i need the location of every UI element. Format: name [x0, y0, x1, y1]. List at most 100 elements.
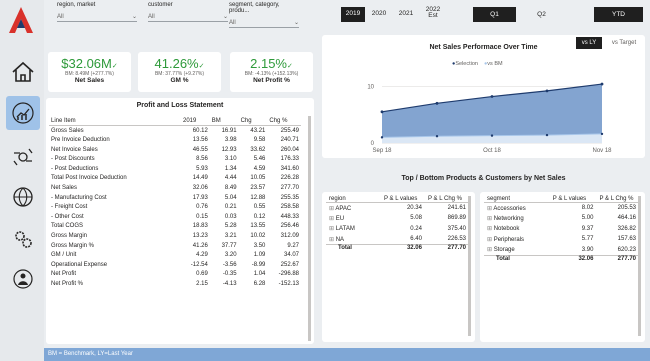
pl-row[interactable]: Net Profit % 2.15 -4.13 6.28 -152.13: [49, 279, 301, 289]
pl-value: 0.69: [196, 271, 208, 278]
pl-value: 312.09: [280, 232, 299, 239]
region-table: region P & L values P & L Chg % ⊞ APAC 20…: [326, 196, 469, 251]
list-item[interactable]: ⊞ NA 6.40 226.53: [326, 234, 469, 245]
list-item[interactable]: ⊞ LATAM 0.24 375.40: [326, 224, 469, 235]
pl-value: 0.21: [224, 204, 237, 211]
col-header[interactable]: P & L Chg %: [596, 196, 639, 203]
row-value: 205.53: [617, 205, 636, 211]
expand-icon[interactable]: ⊞: [329, 237, 336, 243]
quarter-button-ytd[interactable]: YTD: [594, 7, 643, 22]
pl-value: 37.77: [221, 242, 237, 249]
col-header[interactable]: 2019: [181, 116, 210, 127]
pl-row[interactable]: Total Post Invoice Deduction 14.49 4.44 10.…: [49, 174, 301, 184]
list-item[interactable]: ⊞ Storage 3.90 620.23: [484, 245, 639, 256]
pl-row[interactable]: Net Invoice Sales 46.55 12.93 33.62 260.04: [49, 145, 301, 155]
pl-row[interactable]: Pre Invoice Deduction 13.56 3.98 9.58 240.71: [49, 135, 301, 145]
expand-icon[interactable]: ⊞: [329, 216, 336, 222]
pl-row[interactable]: Gross Margin % 41.26 37.77 3.50 9.27: [49, 241, 301, 251]
pl-row[interactable]: - Freight Cost 0.76 0.21 0.55 258.58: [49, 202, 301, 212]
kpi-value: $32.06M: [61, 56, 112, 71]
expand-icon[interactable]: ⊞: [487, 247, 494, 253]
list-item[interactable]: ⊞ Accessories 8.02 205.53: [484, 203, 639, 214]
pl-line-item: Pre Invoice Deduction: [51, 136, 110, 143]
quarter-button-q2[interactable]: Q2: [520, 7, 563, 22]
chevron-down-icon: ⌄: [222, 14, 228, 20]
row-label: ⊞ EU: [326, 213, 381, 224]
pl-row[interactable]: Total COGS 18.83 5.28 13.55 256.46: [49, 222, 301, 232]
kpi-value: 2.15%: [250, 56, 287, 71]
year-button-2019[interactable]: 2019: [341, 7, 365, 22]
list-item[interactable]: ⊞ APAC 20.34 241.61: [326, 203, 469, 214]
col-header[interactable]: Chg %: [267, 116, 301, 127]
list-item[interactable]: ⊞ Networking 5.00 464.16: [484, 213, 639, 224]
finance-chart-icon[interactable]: [6, 96, 40, 130]
region-scrollbar[interactable]: [468, 196, 471, 336]
y-tick-label: 10: [367, 84, 374, 90]
pl-line-item: Total COGS: [51, 223, 84, 230]
kpi-card-net-profit-pct: 2.15%✓ BM: -4.13% (+152.13%) Net Profit …: [230, 52, 313, 92]
slicer-region[interactable]: region, market All ⌄: [57, 2, 137, 22]
kpi-label: Net Sales: [74, 77, 105, 84]
segment-scrollbar[interactable]: [638, 196, 641, 336]
pl-row[interactable]: Gross Margin 13.23 3.21 10.02 312.09: [49, 231, 301, 241]
expand-icon[interactable]: ⊞: [487, 237, 494, 243]
globe-money-icon[interactable]: [6, 180, 40, 214]
total-value: 32.06: [380, 244, 425, 251]
col-header[interactable]: BM: [209, 116, 239, 127]
pl-value: 13.55: [250, 223, 266, 230]
pl-value: -0.35: [222, 271, 237, 278]
gears-icon[interactable]: [6, 222, 40, 256]
expand-icon[interactable]: ⊞: [329, 226, 336, 232]
slicer-segment[interactable]: segment, category, produ... All ⌄: [229, 2, 299, 28]
selection-point: [545, 89, 549, 93]
pl-row[interactable]: - Other Cost 0.15 0.03 0.12 448.33: [49, 212, 301, 222]
pl-row[interactable]: Operational Expense -12.54 -3.56 -8.99 252.6…: [49, 260, 301, 270]
slicer-label: region, market: [57, 2, 96, 8]
col-header[interactable]: Line Item: [49, 116, 181, 127]
pl-value: 258.58: [280, 204, 299, 211]
pl-value: 240.71: [280, 136, 299, 143]
pl-line-item: Net Sales: [51, 184, 78, 191]
pl-row[interactable]: - Post Discounts 8.56 3.10 5.46 176.33: [49, 154, 301, 164]
row-value: 9.37: [581, 225, 594, 232]
pl-row[interactable]: - Manufacturing Cost 17.93 5.04 12.88 255.35: [49, 193, 301, 203]
topbottom-title: Top / Bottom Products & Customers by Net…: [401, 175, 566, 182]
segment-table: segment P & L values P & L Chg % ⊞ Acces…: [484, 196, 639, 262]
people-network-icon[interactable]: [6, 262, 40, 296]
pl-value: 0.12: [253, 213, 266, 220]
pl-row[interactable]: GM / Unit 4.29 3.20 1.09 34.07: [49, 250, 301, 260]
y-tick-label: 0: [371, 141, 375, 147]
pl-row[interactable]: Net Sales 32.06 8.49 23.57 277.70: [49, 183, 301, 193]
row-value: 8.02: [581, 205, 594, 211]
pl-value: 32.06: [192, 184, 208, 191]
pl-row[interactable]: Gross Sales 60.12 16.91 43.21 255.49: [49, 126, 301, 136]
pl-row[interactable]: - Post Deductions 5.93 1.34 4.59 341.60: [49, 164, 301, 174]
year-button-2021[interactable]: 2021: [394, 7, 418, 22]
pl-value: 5.28: [224, 223, 237, 230]
row-label: ⊞ Accessories: [484, 203, 550, 214]
home-icon[interactable]: [6, 55, 40, 89]
slicer-customer[interactable]: customer All ⌄: [148, 2, 228, 22]
money-exchange-icon[interactable]: [6, 140, 40, 174]
total-label: Total: [326, 244, 381, 251]
year-button-2020[interactable]: 2020: [367, 7, 391, 22]
list-item[interactable]: ⊞ EU 5.08 869.89: [326, 213, 469, 224]
expand-icon[interactable]: ⊞: [487, 226, 494, 232]
selection-point: [600, 82, 604, 86]
pl-line-item: - Post Deductions: [51, 165, 99, 172]
pl-scrollbar[interactable]: [308, 116, 311, 341]
list-item[interactable]: ⊞ Peripherals 5.77 157.63: [484, 234, 639, 245]
total-row: Total 32.06 277.70: [484, 254, 639, 262]
slicer-value: All: [148, 13, 155, 20]
row-value: 226.53: [447, 236, 466, 242]
pl-row[interactable]: Net Profit 0.69 -0.35 1.04 -296.88: [49, 270, 301, 280]
quarter-button-q1[interactable]: Q1: [473, 7, 516, 22]
expand-icon[interactable]: ⊞: [487, 216, 494, 222]
pl-line-item: Operational Expense: [51, 261, 108, 268]
col-header[interactable]: Chg: [238, 116, 268, 127]
row-value: 326.82: [617, 225, 636, 232]
pl-value: 14.49: [192, 175, 208, 182]
year-button-2022-est[interactable]: 2022 Est: [421, 3, 445, 23]
list-item[interactable]: ⊞ Notebook 9.37 326.82: [484, 224, 639, 235]
pl-value: -8.99: [251, 261, 266, 268]
